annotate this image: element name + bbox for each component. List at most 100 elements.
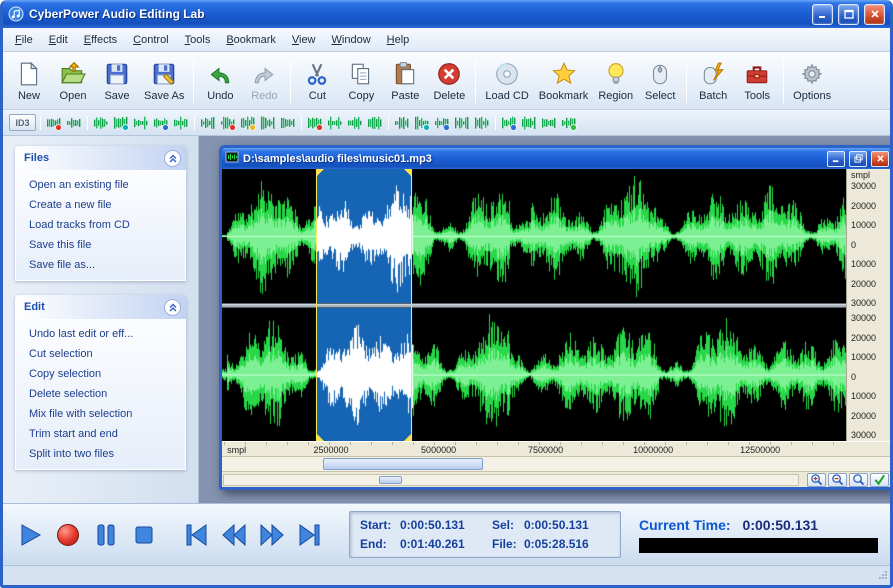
wave-tool-icon-2[interactable] xyxy=(65,115,83,131)
menu-edit[interactable]: Edit xyxy=(41,30,76,50)
menu-file[interactable]: File xyxy=(7,30,41,50)
task-item-save-file-as[interactable]: Save file as... xyxy=(16,255,185,275)
close-button[interactable] xyxy=(864,4,885,25)
maximize-button[interactable] xyxy=(838,4,859,25)
editor-close-button[interactable] xyxy=(871,151,889,167)
wave-tool-icon-6[interactable] xyxy=(152,115,170,131)
wave-tool-icon-15[interactable] xyxy=(346,115,364,131)
cut-scissors-icon xyxy=(304,60,330,88)
skip-forward-button[interactable] xyxy=(295,519,325,551)
record-button[interactable] xyxy=(53,519,83,551)
panel-header-files[interactable]: Files xyxy=(15,146,186,170)
amplitude-label: 10000 xyxy=(851,259,890,269)
task-item-delete-selection[interactable]: Delete selection xyxy=(16,384,185,404)
save-button[interactable]: Save xyxy=(95,55,139,107)
task-item-split-into-two-files[interactable]: Split into two files xyxy=(16,444,185,464)
wave-tool-icon-13[interactable] xyxy=(306,115,324,131)
apply-button[interactable] xyxy=(870,473,889,487)
select-button[interactable]: Select xyxy=(638,55,682,107)
menu-bookmark[interactable]: Bookmark xyxy=(218,30,284,50)
skip-back-button[interactable] xyxy=(181,519,211,551)
wave-tool-icon-4[interactable] xyxy=(112,115,130,131)
pause-button[interactable] xyxy=(91,519,121,551)
task-item-cut-selection[interactable]: Cut selection xyxy=(16,344,185,364)
panel-header-edit[interactable]: Edit xyxy=(15,295,186,319)
overview-scrollbar[interactable] xyxy=(223,474,799,486)
copy-button[interactable]: Copy xyxy=(339,55,383,107)
batch-button[interactable]: Batch xyxy=(691,55,735,107)
wave-tool-icon-11[interactable] xyxy=(259,115,277,131)
menu-tools[interactable]: Tools xyxy=(177,30,219,50)
task-item-undo-last-edit-or-eff[interactable]: Undo last edit or eff... xyxy=(16,324,185,344)
task-item-open-an-existing-file[interactable]: Open an existing file xyxy=(16,175,185,195)
bookmark-button[interactable]: Bookmark xyxy=(534,55,594,107)
wave-tool-icon-14[interactable] xyxy=(326,115,344,131)
wave-area[interactable] xyxy=(222,169,846,441)
rewind-button[interactable] xyxy=(219,519,249,551)
wave-tool-icon-20[interactable] xyxy=(453,115,471,131)
play-button[interactable] xyxy=(15,519,45,551)
wave-tool-icon-24[interactable] xyxy=(540,115,558,131)
save-as-button[interactable]: Save As xyxy=(139,55,189,107)
collapse-chevron-icon[interactable] xyxy=(164,150,181,167)
wave-tool-icon-10[interactable] xyxy=(239,115,257,131)
redo-button[interactable]: Redo xyxy=(242,55,286,107)
load-cd-button[interactable]: Load CD xyxy=(480,55,533,107)
zoom-in-button[interactable] xyxy=(807,473,826,487)
wave-tool-icon-7[interactable] xyxy=(172,115,190,131)
menu-effects[interactable]: Effects xyxy=(76,30,125,50)
menu-window[interactable]: Window xyxy=(324,30,379,50)
wave-tool-icon-9[interactable] xyxy=(219,115,237,131)
minimize-button[interactable] xyxy=(812,4,833,25)
editor-restore-button[interactable] xyxy=(849,151,867,167)
wave-tool-icon-25[interactable] xyxy=(560,115,578,131)
amplitude-label: 20000 xyxy=(851,279,890,289)
overview-scrollbar-thumb[interactable] xyxy=(379,476,402,484)
paste-button[interactable]: Paste xyxy=(383,55,427,107)
open-button[interactable]: Open xyxy=(51,55,95,107)
editor-minimize-button[interactable] xyxy=(827,151,845,167)
wave-tool-icon-1[interactable] xyxy=(45,115,63,131)
region-button[interactable]: Region xyxy=(593,55,638,107)
collapse-chevron-icon[interactable] xyxy=(164,299,181,316)
wave-tool-icon-12[interactable] xyxy=(279,115,297,131)
wave-tool-icon-3[interactable] xyxy=(92,115,110,131)
new-button[interactable]: New xyxy=(7,55,51,107)
task-item-load-tracks-from-cd[interactable]: Load tracks from CD xyxy=(16,215,185,235)
wave-tool-icon-19[interactable] xyxy=(433,115,451,131)
menu-help[interactable]: Help xyxy=(379,30,418,50)
wave-tool-icon-16[interactable] xyxy=(366,115,384,131)
resize-grip-icon[interactable] xyxy=(878,570,888,583)
fast-forward-button[interactable] xyxy=(257,519,287,551)
task-item-copy-selection[interactable]: Copy selection xyxy=(16,364,185,384)
zoom-selection-button[interactable] xyxy=(849,473,868,487)
options-button[interactable]: Options xyxy=(788,55,836,107)
zoom-out-button[interactable] xyxy=(828,473,847,487)
h-scrollbar-thumb[interactable] xyxy=(323,458,484,470)
channel-1-canvas[interactable] xyxy=(222,169,846,303)
delete-button[interactable]: Delete xyxy=(427,55,471,107)
undo-button[interactable]: Undo xyxy=(198,55,242,107)
task-item-trim-start-and-end[interactable]: Trim start and end xyxy=(16,424,185,444)
task-item-create-a-new-file[interactable]: Create a new file xyxy=(16,195,185,215)
stop-button[interactable] xyxy=(129,519,159,551)
wave-tool-icon-22[interactable] xyxy=(500,115,518,131)
wave-tool-icon-17[interactable] xyxy=(393,115,411,131)
timeline-ruler[interactable]: smpl250000050000007500000100000001250000… xyxy=(222,441,890,456)
task-item-save-this-file[interactable]: Save this file xyxy=(16,235,185,255)
cut-button[interactable]: Cut xyxy=(295,55,339,107)
h-scrollbar[interactable] xyxy=(222,456,890,471)
id3-tag-button[interactable]: ID3 xyxy=(9,114,36,131)
editor-titlebar[interactable]: D:\samples\audio files\music01.mp3 xyxy=(222,148,890,169)
title-bar[interactable]: CyberPower Audio Editing Lab xyxy=(3,0,890,28)
channel-2-canvas[interactable] xyxy=(222,308,846,442)
menu-control[interactable]: Control xyxy=(125,30,176,50)
wave-tool-icon-21[interactable] xyxy=(473,115,491,131)
wave-tool-icon-18[interactable] xyxy=(413,115,431,131)
task-item-mix-file-with-selection[interactable]: Mix file with selection xyxy=(16,404,185,424)
wave-tool-icon-5[interactable] xyxy=(132,115,150,131)
wave-tool-icon-8[interactable] xyxy=(199,115,217,131)
wave-tool-icon-23[interactable] xyxy=(520,115,538,131)
menu-view[interactable]: View xyxy=(284,30,324,50)
tools-button[interactable]: Tools xyxy=(735,55,779,107)
